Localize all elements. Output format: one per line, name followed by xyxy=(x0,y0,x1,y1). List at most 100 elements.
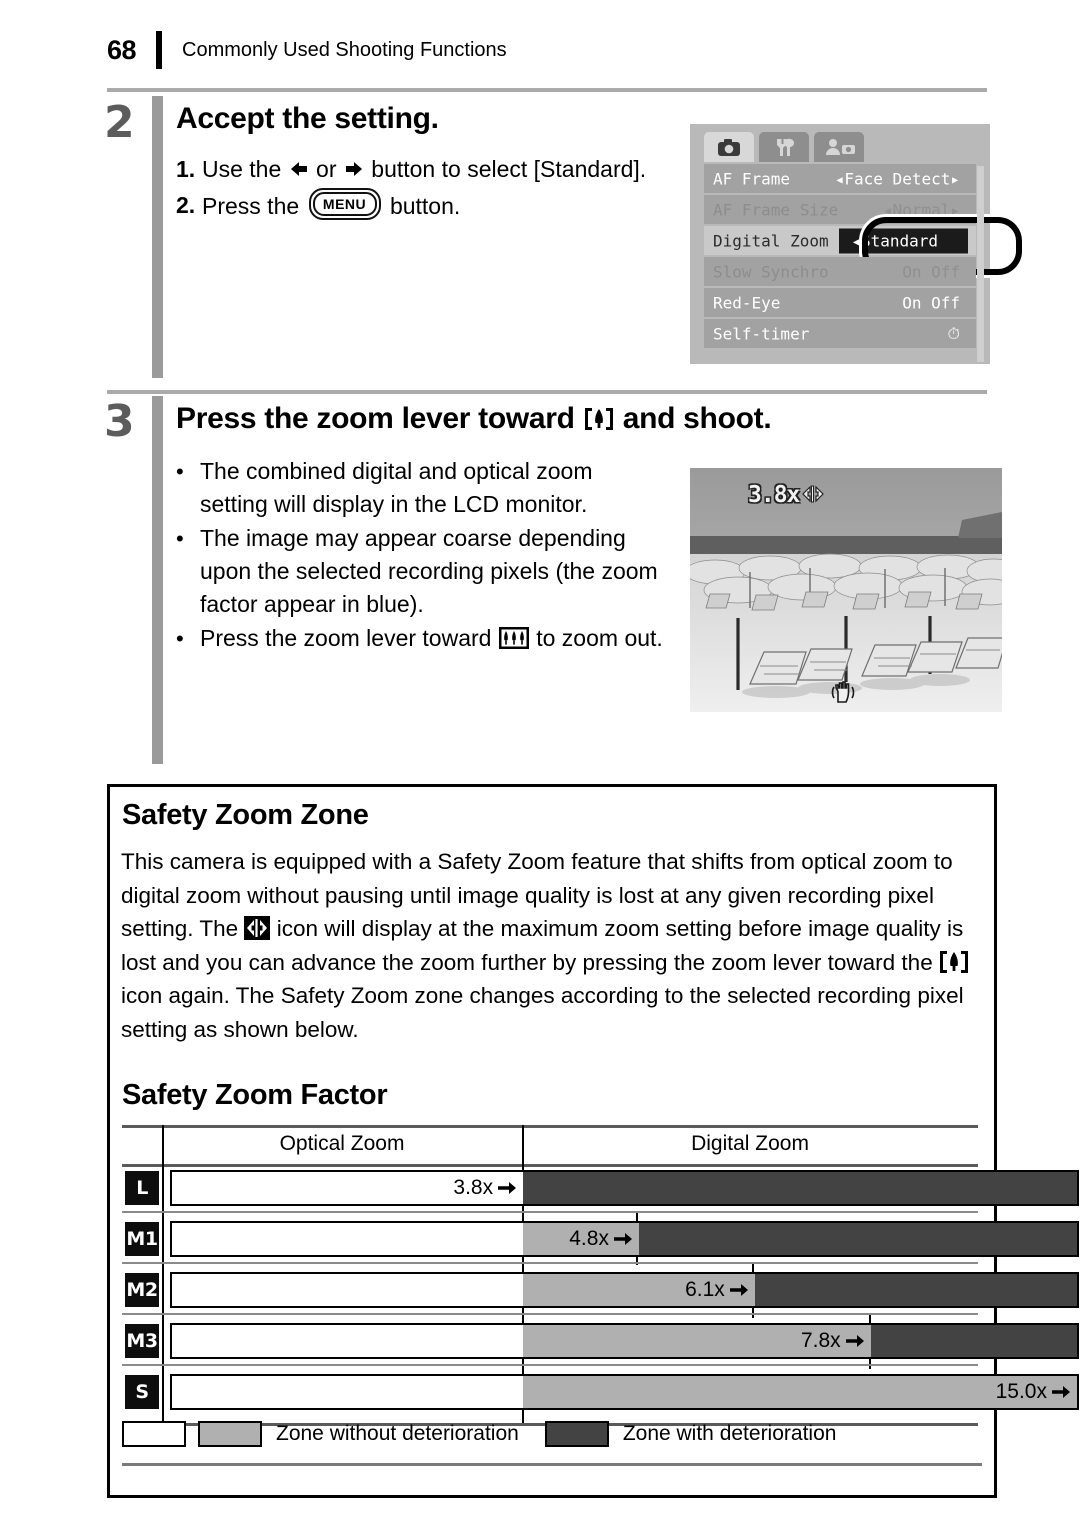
chart-badge-m3: M3 xyxy=(125,1324,159,1358)
step3-number: 3 xyxy=(104,396,135,447)
legend-swatch-white xyxy=(122,1421,186,1447)
menu-row-label: AF Frame xyxy=(713,169,791,188)
list-item: • Press the zoom lever toward to zoom ou… xyxy=(176,622,666,655)
wrench-icon xyxy=(777,138,794,156)
chart-segment-optical: 3.8x xyxy=(172,1172,524,1204)
chart-badge-m2: M2 xyxy=(125,1273,159,1307)
list-item: • The image may appear coarse depending … xyxy=(176,522,666,621)
tab-settings[interactable] xyxy=(759,132,809,162)
item-marker: 1. xyxy=(176,156,196,182)
menu-row-label: Self-timer xyxy=(713,324,810,343)
chart-badge-l: L xyxy=(125,1171,159,1205)
step2-top-rule xyxy=(107,88,987,92)
safety-zoom-icon xyxy=(244,916,271,940)
menu-row-value-text: Face Detect xyxy=(844,169,951,188)
menu-row-digital-zoom[interactable]: Digital Zoom ◂Standard xyxy=(704,217,1022,275)
legend-swatch-gray xyxy=(198,1421,262,1447)
menu-row-slow-synchro[interactable]: Slow Synchro On Off xyxy=(704,257,976,286)
chart-legend: Zone without deterioration Zone with det… xyxy=(122,1417,978,1451)
chart-segment-optical xyxy=(172,1376,524,1408)
menu-button-label: MENU xyxy=(322,196,367,212)
bullet-text: The combined digital and optical zoom se… xyxy=(200,458,593,517)
chapter-title: Commonly Used Shooting Functions xyxy=(182,38,507,61)
safety-zoom-zone-panel: Safety Zoom Zone This camera is equipped… xyxy=(107,784,1079,1498)
menu-row-label: AF Frame Size xyxy=(713,200,839,219)
safety-zoom-overlay-icon xyxy=(802,485,825,503)
chart-segment-optical xyxy=(172,1223,524,1255)
tab-my-camera[interactable] xyxy=(814,132,864,162)
right-arrow-icon xyxy=(845,1335,864,1347)
chart-bar-s: 15.0x xyxy=(170,1374,1079,1410)
item-text-after: button. xyxy=(389,193,461,219)
legend-label-without: Zone without deterioration xyxy=(276,1422,519,1445)
right-arrow-icon xyxy=(1051,1386,1070,1398)
right-arrow-icon xyxy=(345,162,362,176)
chart-badge-s: S xyxy=(125,1375,159,1409)
beach-sample-photo: 3.8x xyxy=(690,468,1002,712)
chart-bar-m3: 7.8x xyxy=(170,1323,1079,1359)
chart-segment-safety: 15.0x xyxy=(523,1376,1077,1408)
chart-badge-divider xyxy=(162,1167,164,1423)
right-arrow-icon xyxy=(498,1182,517,1194)
step2-heading: Accept the setting. xyxy=(176,102,439,135)
bullet-text-before: Press the zoom lever toward xyxy=(200,625,492,651)
right-arrow-icon xyxy=(613,1233,632,1245)
telephoto-zoom-icon xyxy=(584,408,613,430)
telephoto-zoom-icon xyxy=(939,950,968,973)
chart-segment-deterioration xyxy=(523,1172,1077,1204)
chart-bar-m2: 6.1x xyxy=(170,1272,1079,1308)
zoom-factor-overlay: 3.8x xyxy=(748,482,825,508)
bullet-text: Press the zoom lever toward to zoom out. xyxy=(200,622,666,655)
chart-segment-safety: 7.8x xyxy=(523,1325,871,1357)
step3-heading: Press the zoom lever toward and shoot. xyxy=(176,402,772,436)
left-caret-icon: ◂ xyxy=(834,169,845,188)
step3-top-rule xyxy=(107,390,987,394)
chart-value-label: 4.8x xyxy=(569,1227,639,1251)
menu-row-self-timer[interactable]: Self-timer ⏱ xyxy=(704,319,976,348)
chart-value-label: 6.1x xyxy=(685,1278,755,1302)
menu-row-af-frame[interactable]: AF Frame ◂Face Detect▸ xyxy=(704,164,976,193)
menu-row-value: On Off xyxy=(902,293,960,312)
menu-scrollbar[interactable] xyxy=(977,166,984,362)
step3-heading-before: Press the zoom lever toward xyxy=(176,402,575,435)
step2-instruction-list: 1. Use the or button to select [Standard… xyxy=(176,152,656,225)
list-item: • The combined digital and optical zoom … xyxy=(176,455,666,521)
bullet-text: The image may appear coarse depending up… xyxy=(200,525,658,617)
bullet-dot: • xyxy=(176,526,184,551)
chart-value-label: 7.8x xyxy=(801,1329,871,1353)
item-text-before: Press the xyxy=(202,193,300,219)
chart-value-label: 3.8x xyxy=(453,1176,523,1200)
header-divider xyxy=(156,31,163,69)
my-camera-icon xyxy=(826,139,855,155)
chart-header-row: Optical Zoom Digital Zoom xyxy=(122,1125,978,1167)
self-timer-icon: ⏱ xyxy=(947,323,960,343)
item-text: Use the or button to select [Standard]. xyxy=(202,152,656,186)
tab-shooting[interactable] xyxy=(704,132,754,162)
menu-row-value: On Off xyxy=(902,262,960,281)
chart-segment-deterioration xyxy=(870,1325,1077,1357)
chart-segment-safety: 4.8x xyxy=(523,1223,639,1255)
menu-row-list: AF Frame ◂Face Detect▸ AF Frame Size ◂No… xyxy=(704,164,1022,350)
right-caret-icon: ▸ xyxy=(950,169,960,188)
chart-header-digital: Digital Zoom xyxy=(691,1132,809,1155)
chart-segment-deterioration xyxy=(754,1274,1077,1306)
panel-title: Safety Zoom Zone xyxy=(122,799,369,831)
bullet-dot: • xyxy=(176,626,184,651)
bullet-dot: • xyxy=(176,459,184,484)
zoom-factor-value: 3.8x xyxy=(748,482,800,508)
chart-row-separator xyxy=(122,1313,978,1315)
left-caret-icon: ◂ xyxy=(851,231,861,250)
chart-row-separator xyxy=(122,1211,978,1213)
item-text-mid: or xyxy=(316,156,337,182)
step2-vertical-bar xyxy=(152,96,163,378)
legend-swatch-dark xyxy=(544,1421,609,1447)
item-marker: 2. xyxy=(176,192,196,218)
chart-bar-l: 3.8x xyxy=(170,1170,1079,1206)
body-paragraph-3: icon again. The Safety Zoom zone changes… xyxy=(121,983,964,1042)
menu-row-red-eye[interactable]: Red-Eye On Off xyxy=(704,288,976,317)
legend-label-with: Zone with deterioration xyxy=(622,1422,837,1445)
menu-row-label: Red-Eye xyxy=(713,293,781,312)
page-number: 68 xyxy=(107,34,137,65)
chart-segment-optical xyxy=(172,1325,524,1357)
bullet-text-after: to zoom out. xyxy=(536,625,663,651)
